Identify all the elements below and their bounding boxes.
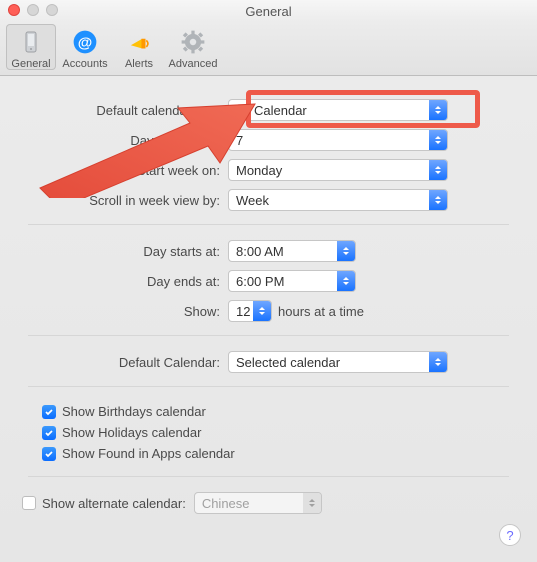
advanced-icon [178, 27, 208, 57]
checkbox-label: Show Birthdays calendar [62, 404, 206, 419]
checkbox-label: Show Found in Apps calendar [62, 446, 235, 461]
window-controls [8, 4, 58, 16]
chevron-updown-icon [429, 160, 447, 180]
general-icon [16, 27, 46, 57]
select-value: 7 [236, 133, 243, 148]
tab-general[interactable]: General [6, 24, 56, 70]
zoom-button[interactable] [46, 4, 58, 16]
scroll-week-label: Scroll in week view by: [28, 193, 228, 208]
chevron-updown-icon [429, 100, 447, 120]
accounts-icon: @ [70, 27, 100, 57]
default-app-label: Default calendar app: [28, 103, 228, 118]
show-holidays-checkbox[interactable] [42, 426, 56, 440]
select-value: Selected calendar [236, 355, 340, 370]
chevron-updown-icon [303, 493, 321, 513]
general-pane: Default calendar app: 17 Calendar Days p… [0, 76, 537, 533]
alerts-icon [124, 27, 154, 57]
divider [28, 476, 509, 477]
select-value: 12 [236, 304, 250, 319]
tab-alerts[interactable]: Alerts [114, 24, 164, 70]
alternate-calendar-select[interactable]: Chinese [194, 492, 322, 514]
divider [28, 224, 509, 225]
tab-label: Alerts [125, 58, 153, 70]
preferences-toolbar: General @ Accounts Alerts Advanced [0, 22, 537, 76]
default-calendar-label: Default Calendar: [28, 355, 228, 370]
divider [28, 335, 509, 336]
select-value: Chinese [202, 496, 250, 511]
days-per-week-label: Days per week: [28, 133, 228, 148]
day-ends-select[interactable]: 6:00 PM [228, 270, 356, 292]
day-ends-label: Day ends at: [28, 274, 228, 289]
scroll-week-select[interactable]: Week [228, 189, 448, 211]
chevron-updown-icon [429, 130, 447, 150]
default-app-select[interactable]: 17 Calendar [228, 99, 448, 121]
tab-label: Advanced [169, 58, 218, 70]
chevron-updown-icon [429, 352, 447, 372]
tab-label: General [11, 58, 50, 70]
select-value: 6:00 PM [236, 274, 284, 289]
days-per-week-select[interactable]: 7 [228, 129, 448, 151]
svg-text:@: @ [78, 35, 93, 51]
show-birthdays-checkbox[interactable] [42, 405, 56, 419]
start-week-select[interactable]: Monday [228, 159, 448, 181]
tab-label: Accounts [62, 58, 107, 70]
calendar-icon: 17 [236, 103, 250, 117]
select-value: 8:00 AM [236, 244, 284, 259]
help-button[interactable]: ? [499, 524, 521, 546]
alternate-calendar-label: Show alternate calendar: [42, 496, 186, 511]
show-hours-label: Show: [28, 304, 228, 319]
divider [28, 386, 509, 387]
chevron-updown-icon [337, 271, 355, 291]
select-value: Calendar [254, 103, 307, 118]
select-value: Week [236, 193, 269, 208]
tab-advanced[interactable]: Advanced [168, 24, 218, 70]
day-starts-label: Day starts at: [28, 244, 228, 259]
close-button[interactable] [8, 4, 20, 16]
window-title: General [245, 4, 291, 19]
show-hours-select[interactable]: 12 [228, 300, 272, 322]
alternate-calendar-checkbox[interactable] [22, 496, 36, 510]
start-week-label: Start week on: [28, 163, 228, 178]
show-found-apps-checkbox[interactable] [42, 447, 56, 461]
chevron-updown-icon [253, 301, 271, 321]
chevron-updown-icon [429, 190, 447, 210]
chevron-updown-icon [337, 241, 355, 261]
checkbox-label: Show Holidays calendar [62, 425, 201, 440]
window-titlebar: General [0, 0, 537, 22]
minimize-button[interactable] [27, 4, 39, 16]
day-starts-select[interactable]: 8:00 AM [228, 240, 356, 262]
select-value: Monday [236, 163, 282, 178]
tab-accounts[interactable]: @ Accounts [60, 24, 110, 70]
svg-text:17: 17 [240, 109, 247, 116]
show-hours-suffix: hours at a time [278, 304, 364, 319]
default-calendar-select[interactable]: Selected calendar [228, 351, 448, 373]
